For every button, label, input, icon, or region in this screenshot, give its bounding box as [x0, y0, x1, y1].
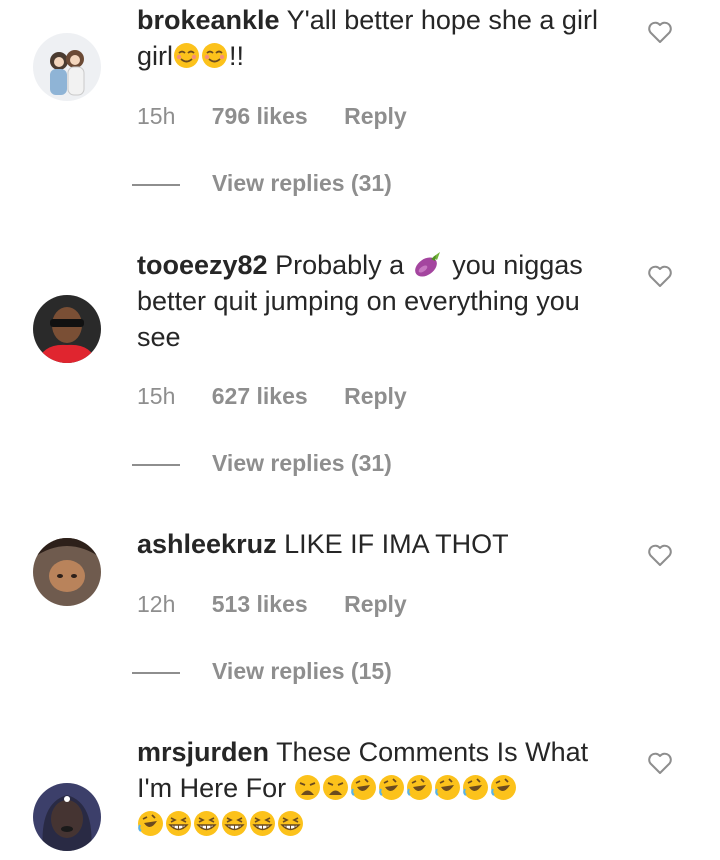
likes-count[interactable]: 513 likes: [212, 591, 308, 617]
timestamp: 12h: [137, 591, 176, 617]
man-sunglasses-avatar-icon: [33, 295, 101, 363]
grinning-squinting-emoji-icon: [277, 810, 304, 837]
tired-face-emoji-icon: [322, 774, 349, 801]
avatar[interactable]: [33, 33, 101, 101]
view-replies-button[interactable]: View replies (31): [132, 450, 392, 477]
smiling-face-emoji-icon: [201, 42, 228, 69]
divider-line: [132, 464, 180, 466]
comment-text: ashleekruz LIKE IF IMA THOT: [137, 529, 509, 559]
timestamp: 15h: [137, 103, 176, 129]
rofl-emoji-icon: [406, 774, 433, 801]
likes-count[interactable]: 796 likes: [212, 103, 308, 129]
rofl-emoji-icon: [490, 774, 517, 801]
heart-icon[interactable]: [647, 543, 673, 567]
heart-icon[interactable]: [647, 751, 673, 775]
username[interactable]: ashleekruz: [137, 529, 277, 559]
view-replies-button[interactable]: View replies (15): [132, 658, 392, 685]
divider-line: [132, 184, 180, 186]
comment-meta: 15h 627 likes Reply: [137, 383, 437, 410]
cartoon-couple-avatar-icon: [33, 33, 101, 101]
grinning-squinting-emoji-icon: [165, 810, 192, 837]
rofl-emoji-icon: [378, 774, 405, 801]
reply-button[interactable]: Reply: [344, 103, 407, 129]
smiling-face-emoji-icon: [173, 42, 200, 69]
comment-text: mrsjurden These Comments Is What I'm Her…: [137, 734, 617, 842]
grinning-squinting-emoji-icon: [221, 810, 248, 837]
avatar[interactable]: [33, 783, 101, 851]
rofl-emoji-icon: [350, 774, 377, 801]
avatar[interactable]: [33, 295, 101, 363]
comment-meta: 15h 796 likes Reply: [137, 103, 437, 130]
rofl-emoji-icon: [137, 810, 164, 837]
rofl-emoji-icon: [434, 774, 461, 801]
reply-button[interactable]: Reply: [344, 591, 407, 617]
comment-text: brokeankle Y'all better hope she a girl …: [137, 5, 598, 71]
reply-button[interactable]: Reply: [344, 383, 407, 409]
eggplant-emoji-icon: [412, 248, 444, 280]
view-replies-button[interactable]: View replies (31): [132, 170, 392, 197]
comment-text: tooeezy82 Probably a you niggas better q…: [137, 248, 583, 352]
username[interactable]: tooeezy82: [137, 250, 268, 280]
likes-count[interactable]: 627 likes: [212, 383, 308, 409]
heart-icon[interactable]: [647, 20, 673, 44]
tired-face-emoji-icon: [294, 774, 321, 801]
rofl-emoji-icon: [462, 774, 489, 801]
grinning-squinting-emoji-icon: [193, 810, 220, 837]
username[interactable]: brokeankle: [137, 5, 280, 35]
divider-line: [132, 672, 180, 674]
grinning-squinting-emoji-icon: [249, 810, 276, 837]
timestamp: 15h: [137, 383, 176, 409]
heart-icon[interactable]: [647, 264, 673, 288]
username[interactable]: mrsjurden: [137, 737, 269, 767]
woman-upside-down-avatar-icon: [33, 538, 101, 606]
avatar[interactable]: [33, 538, 101, 606]
comment-meta: 12h 513 likes Reply: [137, 591, 437, 618]
woman-dark-lipstick-avatar-icon: [33, 783, 101, 851]
